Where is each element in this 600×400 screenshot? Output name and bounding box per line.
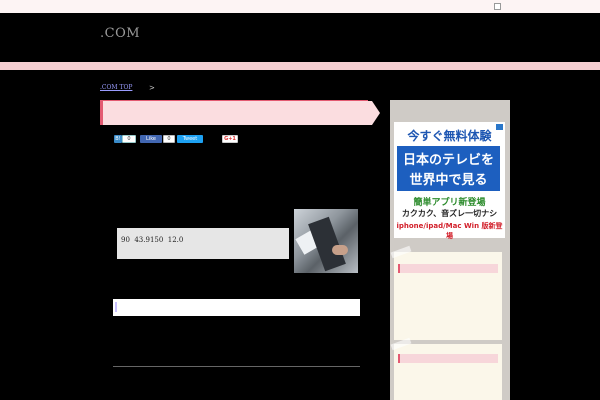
data-box: 90 43.9150 12.0: [117, 228, 289, 259]
sidebar-ad-banner[interactable]: 今すぐ無料体験 日本のテレビを 世界中で見る 簡単アプリ新登場 カクカク、音ズレ…: [394, 122, 505, 240]
breadcrumb-home-link[interactable]: .COM TOP: [100, 84, 132, 91]
hatena-count: 0: [122, 135, 136, 143]
top-bar: [0, 0, 600, 13]
header-divider: [0, 62, 600, 70]
ad-blue-panel: 日本のテレビを 世界中で見る: [397, 146, 500, 191]
google-plus-button[interactable]: G+1: [222, 135, 238, 143]
content-bar: [113, 299, 360, 316]
article-photo: [294, 209, 358, 273]
facebook-like-button[interactable]: Like: [140, 135, 162, 143]
tweet-button[interactable]: Tweet: [177, 135, 203, 143]
facebook-like-count: 0: [163, 135, 175, 143]
ad-line-3: 世界中で見る: [409, 173, 488, 188]
ad-line-4: 簡単アプリ新登場: [413, 198, 486, 208]
sidebar-widget: [390, 245, 502, 340]
ad-line-5: カクカク、音ズレ一切ナシ: [401, 209, 498, 218]
ad-line-2: 日本のテレビを: [402, 153, 494, 168]
ad-line-6: iphone/ipad/Mac Win 版新登場: [396, 222, 503, 240]
sidebar-widget: [390, 337, 502, 400]
breadcrumb-separator: >: [149, 84, 155, 92]
content-divider: [113, 366, 360, 367]
site-title[interactable]: .COM: [100, 26, 140, 41]
broken-image-icon: [494, 3, 501, 10]
ad-line-1: 今すぐ無料体験: [407, 129, 492, 143]
data-text: 90 43.9150 12.0: [121, 236, 184, 244]
widget-heading: [398, 354, 498, 363]
widget-heading: [398, 264, 498, 273]
hatena-bookmark-button[interactable]: B!: [114, 135, 122, 143]
article-title-ribbon: [100, 101, 380, 125]
